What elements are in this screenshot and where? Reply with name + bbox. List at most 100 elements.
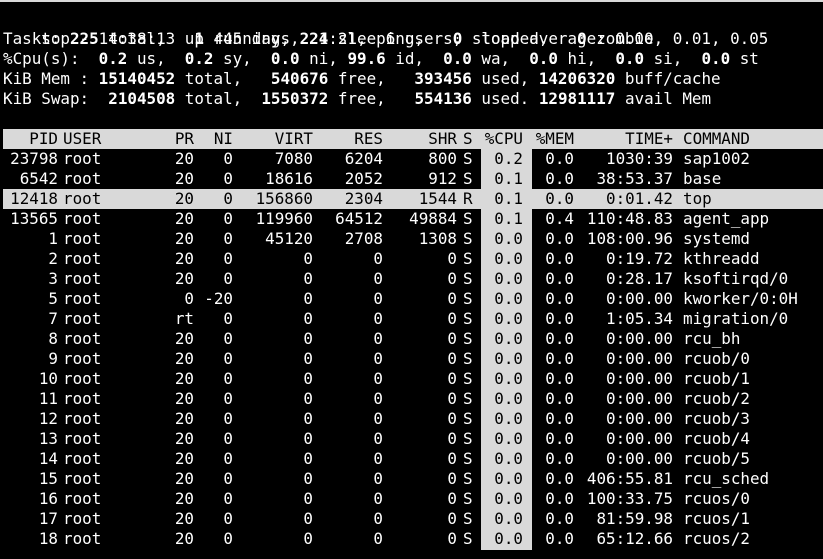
cell-time: 0:00.00	[606, 409, 673, 428]
cell-pid: 13	[38, 429, 58, 448]
cell-pid: 12418	[10, 189, 58, 208]
cell-command: ksoftirqd/0	[683, 269, 789, 288]
cpu-wa: 0.0	[443, 49, 472, 68]
swap-avail: 12981117	[538, 89, 616, 108]
cpu-si-label: si,	[644, 49, 702, 68]
cell-time: 0:01.42	[606, 189, 673, 208]
tasks-stopped-label: stopped,	[462, 29, 578, 48]
cpu-ni-label: ni,	[299, 49, 348, 68]
cpu-label: %Cpu(s):	[3, 49, 99, 68]
tasks-total-label: total,	[98, 29, 195, 48]
cell-command: agent_app	[683, 209, 770, 228]
summary-tasks-line: Tasks: 225 total, 1 running, 224 sleepin…	[3, 29, 654, 49]
cell-command: rcuob/4	[683, 429, 750, 448]
cell-command: rcuob/3	[683, 409, 750, 428]
cpu-hi: 0.0	[529, 49, 558, 68]
cell-command: base	[683, 169, 722, 188]
cpu-id: 99.6	[347, 49, 386, 68]
cell-command: rcuob/2	[683, 389, 750, 408]
tasks-total: 225	[69, 29, 99, 48]
header-command[interactable]: COMMAND	[683, 129, 750, 149]
cell-command: rcuos/1	[683, 509, 750, 528]
cell-pid: 5	[48, 289, 58, 308]
cell-time: 0:00.00	[606, 349, 673, 368]
cell-time: 100:33.75	[586, 489, 673, 508]
cell-command: rcuob/5	[683, 449, 750, 468]
tasks-sleeping: 224	[299, 29, 329, 48]
cell-time: 65:12.66	[596, 529, 673, 548]
cell-time: 0:00.00	[606, 289, 673, 308]
summary-cpu-line: %Cpu(s): 0.2 us, 0.2 sy, 0.0 ni, 99.6 id…	[3, 49, 759, 69]
summary-uptime-line: top - 14:38:13 up 445 days, 1:21, 6 user…	[3, 9, 768, 48]
cell-pid: 17	[38, 509, 58, 528]
swap-total-label: total,	[175, 89, 262, 108]
cell-pid: 6542	[19, 169, 58, 188]
cell-command: top	[683, 189, 712, 208]
cpu-id-label: id,	[385, 49, 444, 68]
tasks-stopped: 0	[452, 29, 463, 48]
mem-used: 393456	[414, 69, 472, 88]
swap-used: 554136	[414, 89, 472, 108]
cell-time: 0:00.00	[606, 429, 673, 448]
cell-time: 0:28.17	[606, 269, 673, 288]
tasks-running-label: running,	[203, 29, 300, 48]
tasks-running: 1	[194, 29, 204, 48]
mem-free-label: free,	[328, 69, 415, 88]
cell-time: 110:48.83	[586, 209, 673, 228]
header-time[interactable]: TIME+	[533, 129, 673, 149]
cell-command: rcuob/0	[683, 349, 750, 368]
cell-time: 1030:39	[606, 149, 673, 168]
cell-pid: 7	[48, 309, 58, 328]
cell-pid: 8	[48, 329, 58, 348]
cell-command: rcuos/2	[683, 529, 750, 548]
cpu-ni: 0.0	[270, 49, 300, 68]
terminal-window[interactable]: top - 14:38:13 up 445 days, 1:21, 6 user…	[0, 0, 823, 559]
window-top-border	[0, 0, 823, 2]
cell-pid: 11	[38, 389, 58, 408]
cell-time: 0:00.00	[606, 449, 673, 468]
header-pid[interactable]: PID	[0, 129, 58, 149]
summary-mem-line: KiB Mem : 15140452 total, 540676 free, 3…	[3, 69, 721, 89]
swap-total: 2104508	[108, 89, 176, 108]
cpu-st-label: st	[730, 49, 759, 68]
mem-cache-label: buff/cache	[615, 69, 721, 88]
cell-pid: 18	[38, 529, 58, 548]
cell-command: rcuos/0	[683, 489, 750, 508]
cpu-wa-label: wa,	[471, 49, 530, 68]
cell-command: kthreadd	[683, 249, 760, 268]
cell-pid: 12	[38, 409, 58, 428]
cell-time: 0:00.00	[606, 389, 673, 408]
cell-pid: 2	[48, 249, 58, 268]
cell-time: 81:59.98	[596, 509, 673, 528]
cell-pid: 1	[48, 229, 58, 248]
cell-pid: 9	[48, 349, 58, 368]
cell-time: 0:19.72	[606, 249, 673, 268]
cpu-hi-label: hi,	[557, 49, 616, 68]
summary-swap-line: KiB Swap: 2104508 total, 1550372 free, 5…	[3, 89, 711, 109]
swap-free: 1550372	[261, 89, 329, 108]
tasks-zombie-label: zombie	[586, 29, 654, 48]
cell-time: 0:00.00	[606, 369, 673, 388]
tasks-label: Tasks:	[3, 29, 70, 48]
swap-used-label: used.	[471, 89, 539, 108]
cell-pid: 13565	[10, 209, 58, 228]
cell-time: 1:05.34	[606, 309, 673, 328]
mem-used-label: used,	[471, 69, 539, 88]
cpu-sy: 0.2	[184, 49, 214, 68]
tasks-sleeping-label: sleeping,	[328, 29, 453, 48]
mem-free: 540676	[270, 69, 329, 88]
cell-command: sap1002	[683, 149, 750, 168]
cell-pid: 16	[38, 489, 58, 508]
swap-label: KiB Swap:	[3, 89, 109, 108]
cell-command: rcu_bh	[683, 329, 741, 348]
tasks-zombie: 0	[577, 29, 587, 48]
cell-time: 38:53.37	[596, 169, 673, 188]
mem-total-label: total,	[175, 69, 271, 88]
cell-pid: 10	[38, 369, 58, 388]
cell-pid: 15	[38, 469, 58, 488]
cell-command: migration/0	[683, 309, 789, 328]
cell-command: systemd	[683, 229, 750, 248]
mem-total: 15140452	[98, 69, 176, 88]
cell-time: 406:55.81	[586, 469, 673, 488]
cpu-st: 0.0	[701, 49, 731, 68]
